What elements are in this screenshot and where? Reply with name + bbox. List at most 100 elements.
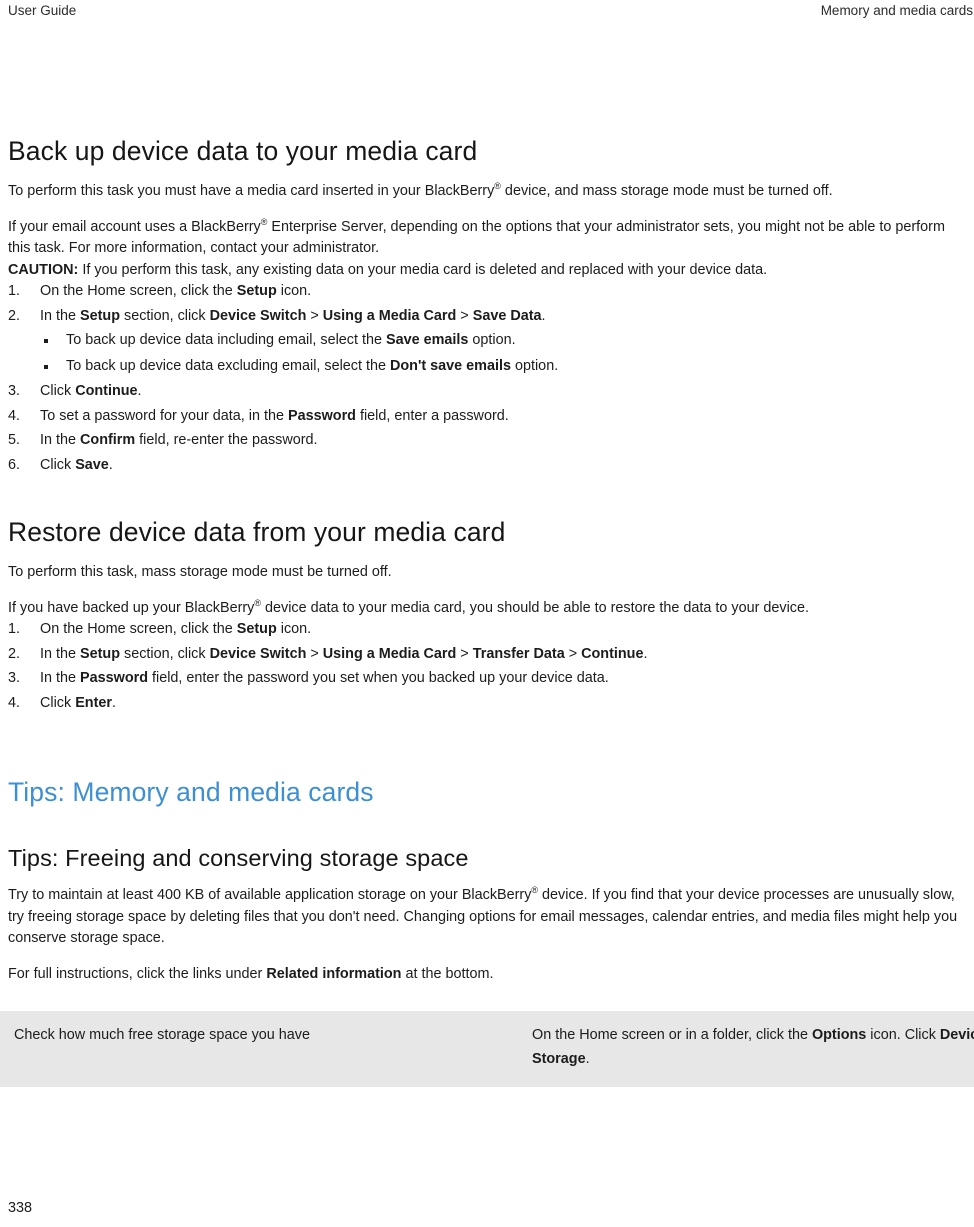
text-run: . bbox=[111, 694, 116, 711]
text-run: In the bbox=[40, 670, 81, 686]
step-number: 4. bbox=[8, 407, 21, 424]
ui-term: Device Switch bbox=[209, 307, 307, 324]
tips-table-body: Check how much free storage space you ha… bbox=[0, 1011, 974, 1087]
text-run: . bbox=[585, 1051, 590, 1067]
page-content: Back up device data to your media card T… bbox=[0, 136, 974, 1087]
text-run: On the Home screen or in a folder, click… bbox=[532, 1027, 812, 1043]
text-run: Click bbox=[40, 456, 76, 473]
tip-action-cell: On the Home screen or in a folder, click… bbox=[524, 1011, 974, 1087]
step-item: 2. In the Setup section, click Device Swi… bbox=[0, 306, 974, 378]
page-number: 338 bbox=[8, 1200, 33, 1216]
ui-term: Save Data bbox=[472, 307, 542, 324]
step-text: To set a password for your data, in the … bbox=[40, 408, 509, 424]
registered-mark-icon: ® bbox=[494, 181, 501, 192]
text-run: . bbox=[137, 383, 142, 399]
caution-note: CAUTION: If you perform this task, any e… bbox=[8, 260, 968, 282]
text-run: For full instructions, click the links u… bbox=[8, 965, 267, 982]
ui-term: Device Switch bbox=[209, 645, 307, 662]
step-text: Click Enter. bbox=[40, 695, 116, 711]
backup-intro-1-b: device, and mass storage mode must be tu… bbox=[500, 183, 833, 199]
text-run: field, enter a password. bbox=[355, 407, 509, 424]
step-number: 4. bbox=[8, 694, 21, 711]
step-text: In the Confirm field, re-enter the passw… bbox=[40, 432, 318, 448]
text-run: In the bbox=[40, 432, 81, 448]
step-item: 6. Click Save. bbox=[0, 455, 974, 477]
text-run: field, re-enter the password. bbox=[135, 432, 318, 448]
topic-title-freeing-storage: Tips: Freeing and conserving storage spa… bbox=[8, 845, 469, 871]
text-run: On the Home screen, click the bbox=[40, 621, 237, 637]
ui-term: Transfer Data bbox=[472, 645, 565, 662]
step-text: In the Password field, enter the passwor… bbox=[40, 670, 609, 686]
step-number: 6. bbox=[8, 456, 21, 473]
text-run: option. bbox=[468, 332, 516, 348]
text-run: To back up device data including email, … bbox=[66, 332, 386, 348]
step-item: 1. On the Home screen, click the Setup ic… bbox=[0, 281, 974, 303]
ui-term: Setup bbox=[236, 621, 277, 637]
step-number: 3. bbox=[8, 383, 21, 399]
text-run: To back up device data excluding email, … bbox=[66, 357, 390, 374]
step-number: 1. bbox=[8, 621, 21, 637]
ui-term: Password bbox=[287, 407, 356, 424]
restore-intro-paragraph-1: To perform this task, mass storage mode … bbox=[8, 562, 968, 584]
backup-intro-1-a: To perform this task you must have a med… bbox=[8, 183, 495, 199]
step-item: 1. On the Home screen, click the Setup ic… bbox=[0, 619, 974, 641]
text-run: field, enter the password you set when y… bbox=[148, 670, 609, 686]
text-run: section, click bbox=[120, 645, 210, 662]
step-sub-bullets: To back up device data including email, … bbox=[40, 330, 974, 377]
text-run: at the bottom. bbox=[401, 965, 494, 982]
ui-term: Using a Media Card bbox=[322, 645, 457, 662]
restore-intro-paragraph-2: If you have backed up your BlackBerry® d… bbox=[8, 598, 968, 620]
caution-text: If you perform this task, any existing d… bbox=[78, 261, 768, 278]
step-number: 2. bbox=[8, 307, 21, 324]
text-run: . bbox=[541, 307, 546, 324]
running-head: User Guide Memory and media cards bbox=[0, 0, 974, 24]
ui-term: Setup bbox=[80, 307, 120, 324]
text-run: icon. Click bbox=[866, 1027, 940, 1043]
text-run: . bbox=[108, 456, 113, 473]
ui-term: Storage bbox=[532, 1051, 586, 1067]
step-text: Click Save. bbox=[40, 457, 113, 473]
step-text: On the Home screen, click the Setup icon… bbox=[40, 621, 311, 637]
ui-term: Setup bbox=[236, 283, 277, 299]
section-title-restore: Restore device data from your media card bbox=[8, 517, 506, 547]
text-run: icon. bbox=[276, 621, 312, 637]
text-run: option. bbox=[510, 357, 559, 374]
text-run: . bbox=[643, 645, 648, 662]
tips-table: Check how much free storage space you ha… bbox=[0, 1011, 974, 1087]
step-text: In the Setup section, click Device Switc… bbox=[40, 308, 546, 324]
restore-intro-1-a: To perform this task, mass storage mode … bbox=[8, 564, 392, 580]
step-item: 3. In the Password field, enter the passw… bbox=[0, 668, 974, 690]
step-number: 3. bbox=[8, 670, 21, 686]
text-run: In the bbox=[40, 307, 81, 324]
sub-bullet-item: To back up device data excluding email, … bbox=[40, 356, 974, 378]
text-run: On the Home screen, click the bbox=[40, 283, 237, 299]
restore-steps-list: 1. On the Home screen, click the Setup ic… bbox=[0, 619, 974, 714]
text-run: Click bbox=[40, 694, 76, 711]
ui-term: Continue bbox=[581, 645, 644, 662]
ui-term: Confirm bbox=[80, 432, 136, 448]
step-text: In the Setup section, click Device Switc… bbox=[40, 646, 647, 662]
step-number: 5. bbox=[8, 432, 21, 448]
ui-term: Save emails bbox=[385, 332, 469, 348]
backup-steps-list: 1. On the Home screen, click the Setup ic… bbox=[0, 281, 974, 476]
text-run: > bbox=[456, 645, 473, 662]
chapter-title-tips: Tips: Memory and media cards bbox=[8, 777, 374, 807]
ui-term: Using a Media Card bbox=[322, 307, 457, 324]
text-run: In the bbox=[40, 645, 81, 662]
step-item: 4. Click Enter. bbox=[0, 693, 974, 715]
ui-term: Save bbox=[75, 456, 109, 473]
backup-intro-paragraph-2: If your email account uses a BlackBerry®… bbox=[8, 217, 968, 260]
text-run: > bbox=[306, 645, 323, 662]
text-run: > bbox=[456, 307, 473, 324]
step-item: 2. In the Setup section, click Device Swi… bbox=[0, 644, 974, 666]
text-run: icon. bbox=[276, 283, 312, 299]
section-title-backup: Back up device data to your media card bbox=[8, 136, 478, 166]
step-number: 1. bbox=[8, 283, 21, 299]
backup-intro-paragraph-1: To perform this task you must have a med… bbox=[8, 181, 968, 203]
text-run: > bbox=[306, 307, 323, 324]
ui-term: Password bbox=[80, 670, 148, 686]
